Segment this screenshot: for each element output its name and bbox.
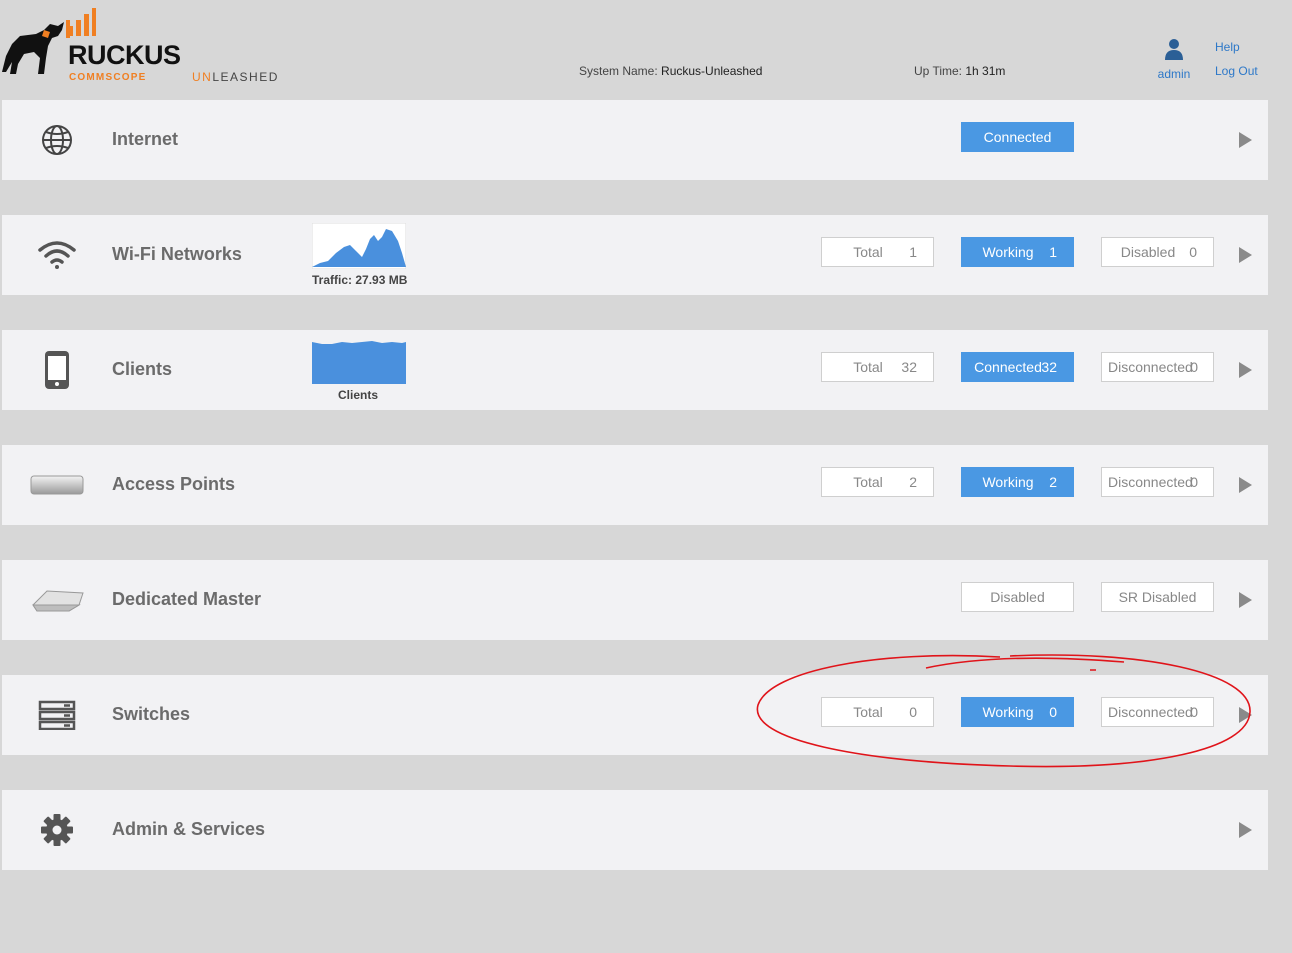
switches-total-box[interactable]: Total 0 [821,697,934,727]
internet-status-badge[interactable]: Connected [961,122,1074,152]
system-name: System Name: Ruckus-Unleashed [579,64,762,78]
wifi-traffic-chart [312,223,406,269]
product-prefix: UN [192,70,213,84]
wifi-total-label: Total [853,244,883,260]
clients-title: Clients [112,359,173,379]
switches-total-value: 0 [909,704,917,720]
ap-disconnected-label: Disconnected [1108,474,1193,490]
uptime: Up Time: 1h 31m [914,64,1005,78]
clients-connected-value: 32 [1041,359,1057,375]
ap-working-value: 2 [1049,474,1057,490]
admin-services-row[interactable]: Admin & Services [2,790,1268,870]
switches-disconnected-value: 0 [1190,704,1198,720]
ap-total-label: Total [853,474,883,490]
admin-title: Admin & Services [112,819,266,839]
ap-disconnected-box[interactable]: Disconnected 0 [1101,467,1214,497]
dog-logo-icon [2,20,70,74]
logout-link[interactable]: Log Out [1215,64,1258,78]
clients-disconnected-value: 0 [1190,359,1198,375]
clients-connected-box[interactable]: Connected 32 [961,352,1074,382]
ap-total-value: 2 [909,474,917,490]
wifi-total-box[interactable]: Total 1 [821,237,934,267]
clients-row[interactable]: Clients Clients Total 32 Connected 32 Disc… [2,330,1268,410]
wifi-traffic-caption: Traffic: 27.93 MB [312,273,408,287]
system-name-label: System Name: [579,64,658,78]
ap-working-box[interactable]: Working 2 [961,467,1074,497]
switch-icon [29,695,85,735]
clients-total-box[interactable]: Total 32 [821,352,934,382]
admin-expand-arrow-icon[interactable] [1239,822,1252,838]
switches-expand-arrow-icon[interactable] [1239,707,1252,723]
wifi-expand-arrow-icon[interactable] [1239,247,1252,263]
clients-chart [312,341,406,384]
dedicated-master-row[interactable]: Dedicated Master Disabled SR Disabled [2,560,1268,640]
uptime-label: Up Time: [914,64,963,78]
signal-bars-icon [68,8,96,36]
dm-status: Disabled [990,589,1045,605]
user-icon [1165,39,1183,60]
ap-disconnected-value: 0 [1190,474,1198,490]
wifi-disabled-box[interactable]: Disabled 0 [1101,237,1214,267]
clients-disconnected-label: Disconnected [1108,359,1193,375]
ap-total-box[interactable]: Total 2 [821,467,934,497]
brand-name: RUCKUS [68,40,181,70]
wifi-title: Wi-Fi Networks [112,244,242,264]
ruckus-logo: RUCKUS COMMSCOPE UNLEASHED [0,6,290,86]
clients-chart-caption: Clients [337,388,378,402]
dm-sr-status-box[interactable]: SR Disabled [1101,582,1214,612]
dm-sr-status: SR Disabled [1118,589,1197,605]
wifi-working-value: 1 [1049,244,1057,260]
ap-expand-arrow-icon[interactable] [1239,477,1252,493]
switches-disconnected-label: Disconnected [1108,704,1193,720]
switches-row[interactable]: Switches Total 0 Working 0 Disconnected 0 [2,675,1268,755]
globe-icon [29,120,85,160]
wifi-working-label: Working [982,244,1034,260]
help-link[interactable]: Help [1215,40,1240,54]
dedicated-master-title: Dedicated Master [112,589,262,609]
clients-total-value: 32 [901,359,917,375]
clients-connected-label: Connected [974,359,1042,375]
clients-total-label: Total [853,359,883,375]
internet-expand-arrow-icon[interactable] [1239,132,1252,148]
phone-icon [29,350,85,390]
internet-status: Connected [983,129,1052,145]
user-menu[interactable]: admin [1155,38,1193,81]
ap-working-label: Working [982,474,1034,490]
product-name: UNLEASHED [192,70,279,84]
access-points-row[interactable]: Access Points Total 2 Working 2 Disconnect… [2,445,1268,525]
uptime-value: 1h 31m [965,64,1006,78]
switches-working-label: Working [982,704,1034,720]
wifi-working-box[interactable]: Working 1 [961,237,1074,267]
wifi-icon [29,235,85,275]
product-suffix: LEASHED [212,70,279,84]
user-name: admin [1157,67,1191,81]
switches-disconnected-box[interactable]: Disconnected 0 [1101,697,1214,727]
access-point-icon [29,465,85,505]
switches-total-label: Total [853,704,883,720]
dm-status-box[interactable]: Disabled [961,582,1074,612]
wifi-networks-row[interactable]: Wi-Fi Networks Traffic: 27.93 MB Total 1 … [2,215,1268,295]
switches-title: Switches [112,704,191,724]
master-ap-icon [29,580,85,620]
brand-sub: COMMSCOPE [69,72,147,83]
dm-expand-arrow-icon[interactable] [1239,592,1252,608]
gear-icon [29,810,85,850]
access-points-title: Access Points [112,474,236,494]
internet-title: Internet [112,129,179,149]
switches-working-box[interactable]: Working 0 [961,697,1074,727]
system-name-value: Ruckus-Unleashed [661,64,763,78]
wifi-total-value: 1 [909,244,917,260]
internet-row[interactable]: Internet Connected [2,100,1268,180]
switches-working-value: 0 [1049,704,1057,720]
wifi-disabled-label: Disabled [1120,244,1176,260]
wifi-disabled-value: 0 [1189,244,1197,260]
clients-disconnected-box[interactable]: Disconnected 0 [1101,352,1214,382]
clients-expand-arrow-icon[interactable] [1239,362,1252,378]
